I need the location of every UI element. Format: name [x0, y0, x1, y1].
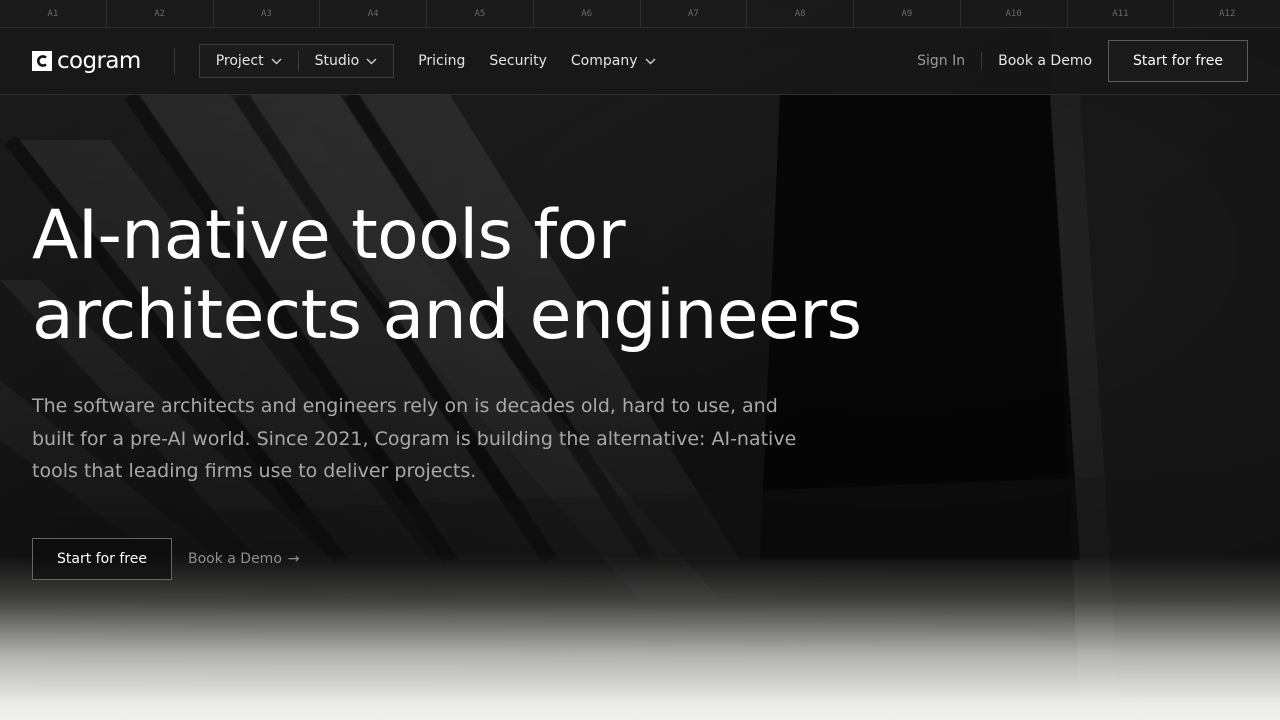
nav-project-label: Project [215, 53, 264, 69]
grid-column-label: A6 [534, 0, 641, 27]
hero-heading-line-1: AI-native tools for [32, 196, 626, 275]
grid-column-label: A1 [0, 0, 107, 27]
grid-column-label: A7 [641, 0, 748, 27]
grid-column-label: A4 [320, 0, 427, 27]
hero-heading-line-2: architects and engineers [32, 276, 862, 355]
book-demo-hero-label: Book a Demo [187, 550, 282, 567]
nav-studio-label: Studio [314, 53, 360, 69]
nav-studio-dropdown[interactable]: Studio [299, 45, 394, 77]
start-for-free-hero-button[interactable]: Start for free [32, 537, 172, 580]
grid-column-label: A3 [214, 0, 321, 27]
top-navigation: cogram Project Studio Pricing Security C… [0, 28, 1280, 95]
nav-company-dropdown[interactable]: Company [571, 53, 656, 69]
grid-column-label: A9 [854, 0, 961, 27]
product-menu-group: Project Studio [198, 44, 395, 78]
book-demo-hero-link[interactable]: Book a Demo → [188, 551, 300, 567]
grid-column-label: A5 [427, 0, 534, 27]
chevron-down-icon [366, 58, 377, 64]
logo-wordmark: cogram [57, 47, 141, 74]
chevron-down-icon [271, 58, 282, 64]
nav-right-separator [981, 52, 983, 70]
grid-column-label: A10 [961, 0, 1068, 27]
chevron-down-icon [645, 58, 655, 64]
nav-company-label: Company [570, 53, 638, 69]
nav-right-actions: Sign In Book a Demo Start for free [917, 40, 1248, 82]
grid-column-label: A12 [1218, 8, 1236, 19]
grid-column-ruler: A1 A2 A3 A4 A5 A6 A7 A8 A9 A10 A11 A12 [0, 0, 1280, 28]
cogram-logo-icon [32, 51, 52, 71]
hero-heading: AI-native tools for architects and engin… [32, 196, 1032, 356]
book-demo-link[interactable]: Book a Demo [998, 53, 1092, 69]
nav-divider [173, 48, 175, 74]
nav-pricing-link[interactable]: Pricing [418, 53, 465, 69]
nav-security-link[interactable]: Security [489, 53, 547, 69]
nav-project-dropdown[interactable]: Project [200, 45, 298, 77]
grid-column-label: A11 [1068, 0, 1175, 27]
grid-column-label: A8 [747, 0, 854, 27]
cogram-logo-link[interactable]: cogram [32, 47, 141, 74]
hero-subtitle: The software architects and engineers re… [32, 395, 797, 482]
start-for-free-nav-button[interactable]: Start for free [1108, 40, 1248, 82]
arrow-right-icon: → [287, 550, 300, 567]
grid-column-label: A2 [107, 0, 214, 27]
hero-actions: Start for free Book a Demo → [32, 537, 1032, 580]
sign-in-link[interactable]: Sign In [917, 53, 965, 69]
hero-section: AI-native tools for architects and engin… [32, 196, 1032, 580]
